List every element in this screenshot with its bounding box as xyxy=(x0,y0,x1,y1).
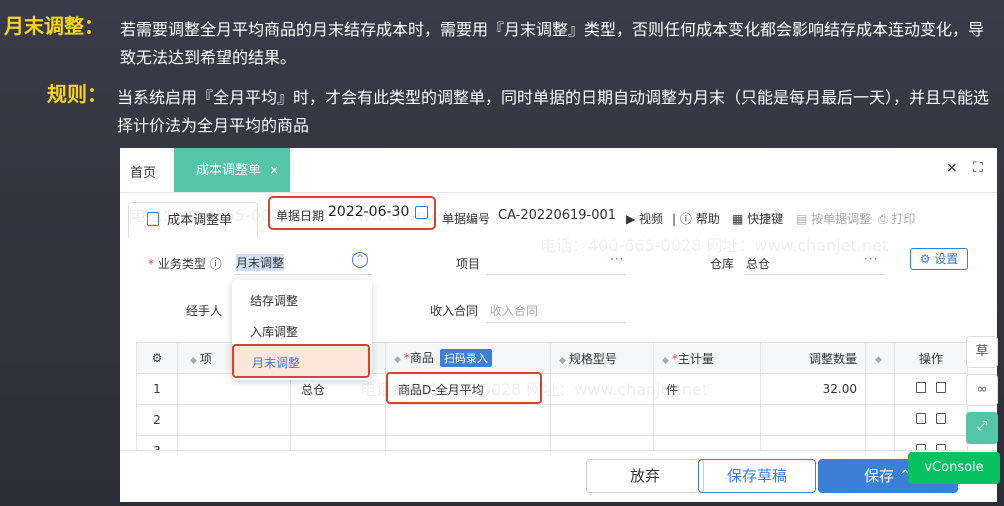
side-toolbar: 草 ∞ ⤢ xyxy=(962,336,1002,448)
keyboard-icon: ▦ xyxy=(732,212,748,226)
shortcut-link[interactable]: ▦ 快捷键 xyxy=(732,210,783,227)
col-unit[interactable]: ◆ *主计量 xyxy=(653,342,761,374)
cost-adjustment-app: 首页 成本调整单 × × ⛶ 成本调整单 单据日期 2022-06-30 单据编… xyxy=(120,148,997,502)
dropdown-option-month-end[interactable]: 月末调整 xyxy=(232,344,370,378)
col-ops: 操作 xyxy=(894,342,968,374)
draft-side-button[interactable]: 草 xyxy=(966,336,998,368)
dropdown-option-balance[interactable]: 结存调整 xyxy=(250,292,298,309)
project-more-icon[interactable]: ··· xyxy=(610,252,624,266)
gear-icon: ⚙ xyxy=(919,252,935,266)
rules-description: 当系统启用『全月平均』时，才会有此类型的调整单，同时单据的日期自动调整为月末（只… xyxy=(117,88,990,135)
settings-button[interactable]: ⚙ 设置 xyxy=(910,248,968,270)
print-link[interactable]: ⎙ 打印 xyxy=(878,210,915,227)
row-qty: 32.00 xyxy=(760,373,866,405)
tab-cost-adjustment-label: 成本调整单 xyxy=(196,163,262,178)
dropdown-option-inbound[interactable]: 入库调整 xyxy=(250,323,298,340)
biz-type-value[interactable]: 月末调整 xyxy=(236,254,285,271)
doc-date-field[interactable]: 单据日期 2022-06-30 xyxy=(268,196,436,230)
doc-tab[interactable]: 成本调整单 xyxy=(128,202,258,238)
row-unit: 件 xyxy=(653,373,761,405)
contract-label: 收入合同 xyxy=(430,304,479,318)
warehouse-more-icon[interactable]: ··· xyxy=(864,252,878,266)
delete-icon[interactable] xyxy=(916,382,926,393)
tab-close-icon[interactable]: × xyxy=(269,163,279,177)
biz-type-label: * 业务类型 ⓘ xyxy=(148,257,222,271)
printer-icon: ⎙ xyxy=(878,212,892,226)
document-icon xyxy=(147,212,159,226)
doc-date-label: 单据日期 xyxy=(276,209,325,223)
calendar-icon[interactable] xyxy=(415,206,428,219)
tab-cost-adjustment[interactable]: 成本调整单 × xyxy=(174,148,290,192)
month-end-label: 月末调整： xyxy=(4,14,104,38)
expand-icon[interactable]: ⤢ xyxy=(966,412,998,444)
video-link[interactable]: ▶ 视频 xyxy=(626,210,663,227)
vconsole-button[interactable]: vConsole xyxy=(908,452,1000,484)
play-icon: ▶ xyxy=(626,212,640,226)
col-qty[interactable]: 调整数量 xyxy=(760,342,866,374)
col-spec[interactable]: ◆ 规格型号 xyxy=(550,342,654,374)
question-icon: ⓘ xyxy=(209,257,222,271)
project-label: 项目 xyxy=(456,257,481,271)
document-toolbar: 成本调整单 单据日期 2022-06-30 单据编号 CA-20220619-0… xyxy=(120,192,997,238)
abandon-button[interactable]: 放弃 xyxy=(586,459,704,493)
tab-home[interactable]: 首页 xyxy=(130,162,156,181)
handler-label: 经手人 xyxy=(186,304,223,318)
warehouse-value[interactable]: 总仓 xyxy=(746,255,770,272)
doc-date-value[interactable]: 2022-06-30 xyxy=(328,204,409,220)
product-highlight xyxy=(386,372,542,404)
save-draft-button[interactable]: 保存草稿 xyxy=(698,459,816,493)
adjust-icon: ▤ xyxy=(796,212,812,226)
column-settings-icon[interactable]: ⚙ xyxy=(152,351,163,365)
rules-label: 规则： xyxy=(47,82,107,106)
month-end-description: 若需要调整全月平均商品的月末结存成本时，需要用『月末调整』类型，否则任何成本变化… xyxy=(120,20,985,67)
contract-input[interactable]: 收入合同 xyxy=(490,302,538,319)
help-link[interactable]: | ⓘ 帮助 xyxy=(672,210,720,227)
fullscreen-icon[interactable]: ⛶ xyxy=(973,160,983,176)
scan-entry-button[interactable]: 扫码录入 xyxy=(439,349,492,367)
window-close-icon[interactable]: × xyxy=(946,160,958,176)
doc-tab-label: 成本调整单 xyxy=(167,213,233,228)
table-row[interactable]: 2 xyxy=(136,404,968,436)
col-product[interactable]: ◆ *商品 扫码录入 xyxy=(385,342,551,374)
doc-number-label: 单据编号 xyxy=(442,212,491,226)
copy-icon[interactable] xyxy=(936,382,946,393)
help-icon: | ⓘ xyxy=(672,212,696,226)
delete-icon[interactable] xyxy=(916,413,926,424)
link-icon[interactable]: ∞ xyxy=(966,374,998,406)
chevron-up-icon[interactable]: ^ xyxy=(352,252,368,268)
tab-bar: 首页 成本调整单 × × ⛶ xyxy=(120,148,997,193)
copy-icon[interactable] xyxy=(936,413,946,424)
warehouse-label: 仓库 xyxy=(710,257,735,271)
doc-number-value: CA-20220619-001 xyxy=(498,208,617,223)
adjust-by-doc-link[interactable]: ▤ 按单据调整 xyxy=(796,210,871,227)
footer-bar: 放弃 保存草稿 保存 ^ xyxy=(120,450,997,502)
